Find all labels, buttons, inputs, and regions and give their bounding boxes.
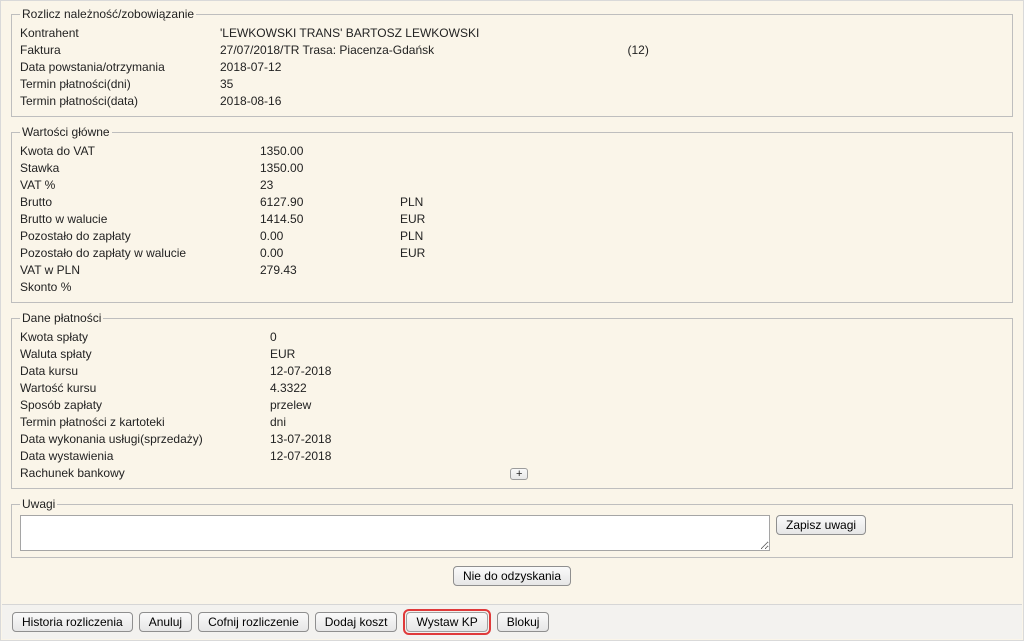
brutto-wal-value: 1414.50	[260, 211, 400, 228]
data-wyk-label: Data wykonania usługi(sprzedaży)	[20, 431, 270, 448]
poz-zap-wal-value: 0.00	[260, 245, 400, 262]
sposob-value: przelew	[270, 397, 510, 414]
waluta-splaty-value: EUR	[270, 346, 510, 363]
kontrahent-label: Kontrahent	[20, 25, 220, 42]
anuluj-button[interactable]: Anuluj	[139, 612, 192, 632]
faktura-extra: (12)	[627, 42, 648, 59]
vatp-value: 23	[260, 177, 400, 194]
settlement-form: Rozlicz należność/zobowiązanie Kontrahen…	[0, 0, 1024, 641]
data-powstania-label: Data powstania/otrzymania	[20, 59, 220, 76]
fieldset-rozlicz: Rozlicz należność/zobowiązanie Kontrahen…	[11, 7, 1013, 117]
legend-uwagi: Uwagi	[20, 497, 57, 511]
cofnij-rozliczenie-button[interactable]: Cofnij rozliczenie	[198, 612, 309, 632]
fieldset-uwagi: Uwagi Zapisz uwagi	[11, 497, 1013, 558]
brutto-value: 6127.90	[260, 194, 400, 211]
poz-zap-label: Pozostało do zapłaty	[20, 228, 260, 245]
wart-kursu-label: Wartość kursu	[20, 380, 270, 397]
skonto-label: Skonto %	[20, 279, 260, 296]
historia-rozliczenia-button[interactable]: Historia rozliczenia	[12, 612, 133, 632]
data-kursu-label: Data kursu	[20, 363, 270, 380]
waluta-splaty-label: Waluta spłaty	[20, 346, 270, 363]
poz-zap-wal-label: Pozostało do zapłaty w walucie	[20, 245, 260, 262]
dodaj-koszt-button[interactable]: Dodaj koszt	[315, 612, 398, 632]
termin-data-label: Termin płatności(data)	[20, 93, 220, 110]
faktura-text: 27/07/2018/TR Trasa: Piacenza-Gdańsk	[220, 43, 434, 57]
brutto-wal-label: Brutto w walucie	[20, 211, 260, 228]
stawka-label: Stawka	[20, 160, 260, 177]
poz-zap-wal-currency: EUR	[400, 245, 520, 262]
brutto-wal-currency: EUR	[400, 211, 520, 228]
termin-dni-label: Termin płatności(dni)	[20, 76, 220, 93]
kwota-vat-label: Kwota do VAT	[20, 143, 260, 160]
brutto-label: Brutto	[20, 194, 260, 211]
zapisz-uwagi-button[interactable]: Zapisz uwagi	[776, 515, 866, 535]
rachunek-label: Rachunek bankowy	[20, 465, 270, 482]
vat-pln-label: VAT w PLN	[20, 262, 260, 279]
data-wyst-value: 12-07-2018	[270, 448, 510, 465]
kwota-splaty-value: 0	[270, 329, 510, 346]
bottom-toolbar: Historia rozliczenia Anuluj Cofnij rozli…	[2, 604, 1022, 639]
legend-dane: Dane płatności	[20, 311, 103, 325]
termin-dni-value: 35	[220, 76, 1004, 93]
wystaw-kp-highlight: Wystaw KP	[403, 609, 490, 635]
data-wyst-label: Data wystawienia	[20, 448, 270, 465]
sposob-label: Sposób zapłaty	[20, 397, 270, 414]
data-powstania-value: 2018-07-12	[220, 59, 1004, 76]
stawka-value: 1350.00	[260, 160, 400, 177]
wystaw-kp-button[interactable]: Wystaw KP	[406, 612, 487, 632]
blokuj-button[interactable]: Blokuj	[497, 612, 550, 632]
vatp-label: VAT %	[20, 177, 260, 194]
fieldset-dane-platnosci: Dane płatności Kwota spłaty 0 Waluta spł…	[11, 311, 1013, 489]
nie-do-odzyskania-button[interactable]: Nie do odzyskania	[453, 566, 571, 586]
fieldset-wartosci: Wartości główne Kwota do VAT 1350.00 Sta…	[11, 125, 1013, 303]
wart-kursu-value: 4.3322	[270, 380, 510, 397]
poz-zap-value: 0.00	[260, 228, 400, 245]
faktura-label: Faktura	[20, 42, 220, 59]
vat-pln-value: 279.43	[260, 262, 400, 279]
termin-kart-label: Termin płatności z kartoteki	[20, 414, 270, 431]
data-wyk-value: 13-07-2018	[270, 431, 510, 448]
faktura-value: 27/07/2018/TR Trasa: Piacenza-Gdańsk (12…	[220, 42, 1004, 59]
termin-kart-value: dni	[270, 414, 510, 431]
legend-wartosci: Wartości główne	[20, 125, 112, 139]
brutto-currency: PLN	[400, 194, 520, 211]
termin-data-value: 2018-08-16	[220, 93, 1004, 110]
data-kursu-value: 12-07-2018	[270, 363, 510, 380]
legend-rozlicz: Rozlicz należność/zobowiązanie	[20, 7, 196, 21]
poz-zap-currency: PLN	[400, 228, 520, 245]
kwota-splaty-label: Kwota spłaty	[20, 329, 270, 346]
kontrahent-value: 'LEWKOWSKI TRANS' BARTOSZ LEWKOWSKI	[220, 25, 1004, 42]
add-bank-account-button[interactable]: +	[510, 468, 528, 480]
uwagi-textarea[interactable]	[20, 515, 770, 551]
kwota-vat-value: 1350.00	[260, 143, 400, 160]
